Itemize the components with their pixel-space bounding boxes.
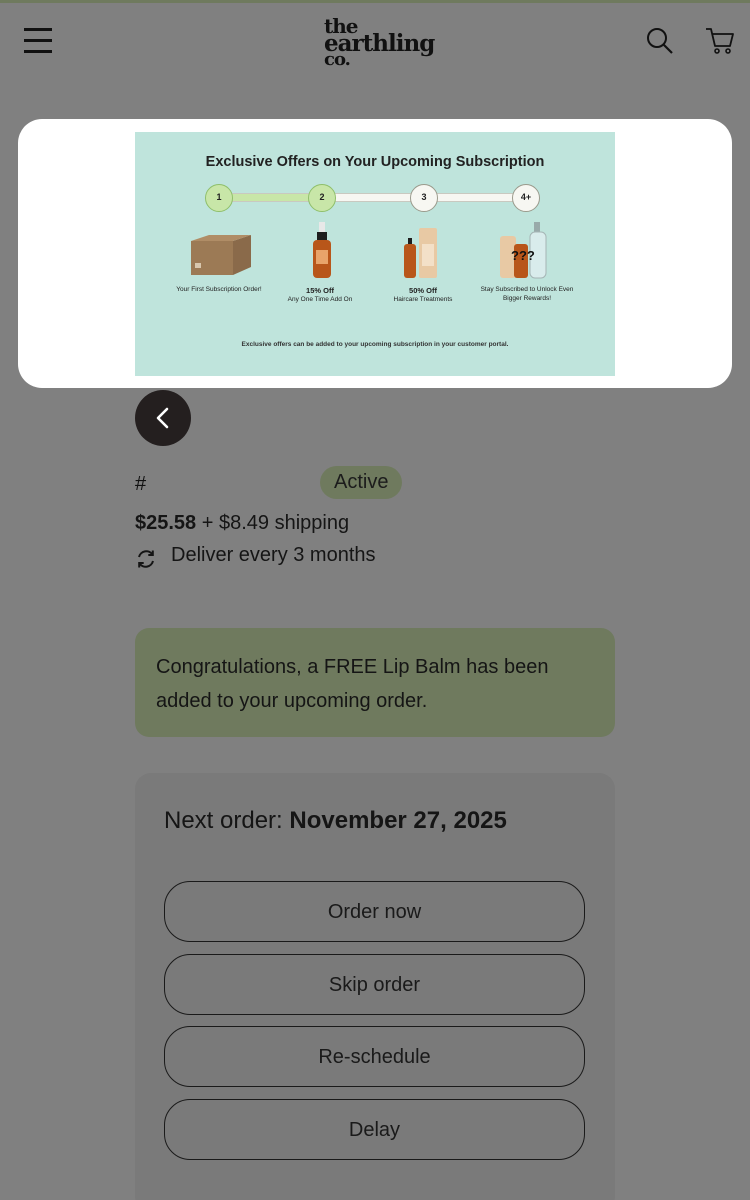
haircare-products-icon bbox=[404, 228, 437, 278]
delay-button[interactable]: Delay bbox=[164, 1099, 585, 1160]
step-1: 1 bbox=[205, 184, 233, 212]
subscription-id: # bbox=[135, 473, 147, 495]
offer-1-text: Your First Subscription Order! bbox=[176, 286, 262, 293]
price-line: $25.58 + $8.49 shipping bbox=[135, 512, 349, 535]
step-2: 2 bbox=[308, 184, 336, 212]
cart-icon[interactable] bbox=[704, 26, 736, 58]
refresh-icon bbox=[138, 550, 154, 568]
site-header: the earthling co. bbox=[0, 0, 750, 90]
subscription-price: $25.58 bbox=[135, 512, 197, 534]
offer-2-text: Any One Time Add On bbox=[287, 296, 353, 304]
status-badge: Active bbox=[320, 466, 403, 499]
offer-popup[interactable]: Exclusive Offers on Your Upcoming Subscr… bbox=[18, 119, 732, 388]
offer-3-text: Haircare Treatments bbox=[393, 296, 453, 304]
offer-label-2: 15% Off Any One Time Add On bbox=[272, 286, 368, 305]
banner-title: Exclusive Offers on Your Upcoming Subscr… bbox=[205, 154, 545, 170]
notice-text: Congratulations, a FREE Lip Balm has bee… bbox=[156, 656, 549, 712]
offer-label-1: Your First Subscription Order! bbox=[171, 286, 267, 295]
logo-text-co: co. bbox=[324, 49, 351, 70]
next-order-label: Next order: bbox=[164, 807, 290, 834]
offers-banner-image: Exclusive Offers on Your Upcoming Subscr… bbox=[135, 132, 615, 376]
frequency-text: Deliver every 3 months bbox=[171, 544, 376, 566]
step-3: 3 bbox=[410, 184, 438, 212]
hamburger-menu-icon[interactable] bbox=[22, 25, 54, 57]
back-button[interactable] bbox=[135, 390, 191, 446]
offer-3-title: 50% Off bbox=[409, 286, 437, 295]
shipping-cost: + $8.49 shipping bbox=[196, 512, 350, 534]
reschedule-button[interactable]: Re-schedule bbox=[164, 1026, 585, 1087]
order-now-button[interactable]: Order now bbox=[164, 881, 585, 942]
brand-logo[interactable]: the earthling co. bbox=[312, 14, 438, 70]
offer-2-title: 15% Off bbox=[306, 286, 334, 295]
rewards-progress-fill bbox=[220, 194, 321, 201]
search-icon[interactable] bbox=[645, 26, 677, 58]
next-order-heading: Next order: November 27, 2025 bbox=[164, 807, 507, 835]
chevron-left-icon bbox=[156, 407, 169, 429]
offer-4-text: Stay Subscribed to Unlock Even Bigger Re… bbox=[480, 286, 574, 302]
serum-bottle-icon bbox=[313, 222, 331, 278]
next-order-card: Next order: November 27, 2025 Order now … bbox=[135, 773, 615, 1200]
rewards-progress-track bbox=[219, 193, 525, 202]
free-gift-notice: Congratulations, a FREE Lip Balm has bee… bbox=[135, 628, 615, 737]
skip-order-button[interactable]: Skip order bbox=[164, 954, 585, 1015]
shipping-box-icon bbox=[191, 235, 251, 275]
mystery-question-marks: ??? bbox=[511, 248, 535, 263]
offer-label-4: Stay Subscribed to Unlock Even Bigger Re… bbox=[479, 286, 575, 304]
step-4: 4+ bbox=[512, 184, 540, 212]
next-order-date: November 27, 2025 bbox=[289, 807, 507, 834]
offer-label-3: 50% Off Haircare Treatments bbox=[375, 286, 471, 305]
banner-footnote: Exclusive offers can be added to your up… bbox=[241, 341, 509, 348]
